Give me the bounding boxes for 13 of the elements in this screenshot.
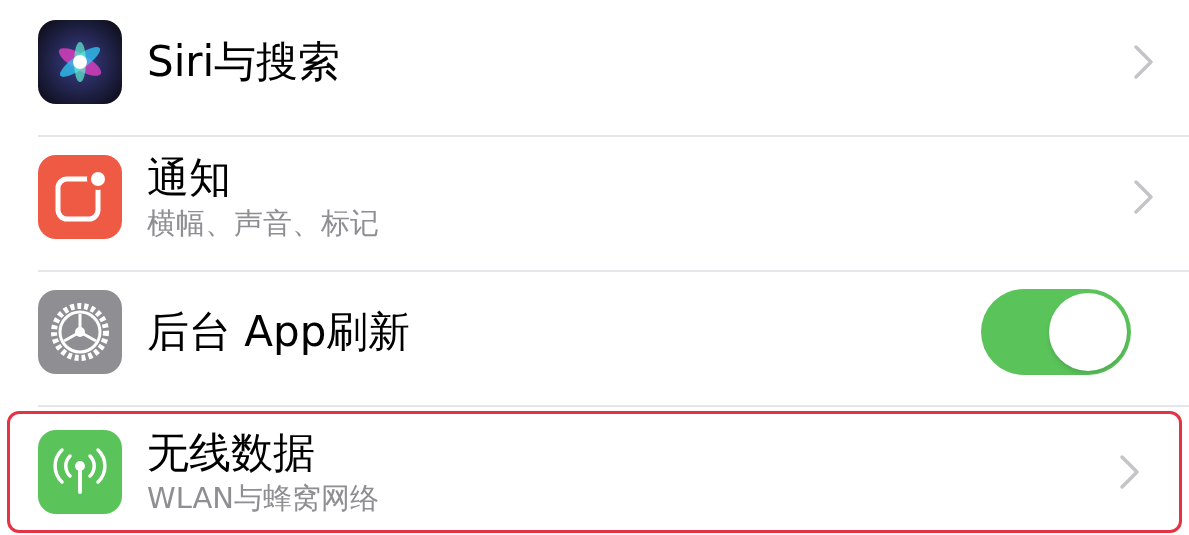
siri-icon [38, 20, 122, 104]
row-subtitle: 横幅、声音、标记 [147, 205, 380, 242]
row-title: Siri与搜索 [147, 36, 342, 88]
gear-icon [38, 290, 122, 374]
chevron-icon [1133, 44, 1155, 80]
chevron-icon [1119, 454, 1141, 490]
antenna-icon [38, 430, 122, 514]
row-title: 通知 [147, 152, 232, 204]
row-subtitle: WLAN与蜂窝网络 [147, 480, 381, 517]
chevron-icon [1133, 179, 1155, 215]
row-title: 无线数据 [147, 427, 316, 479]
row-title: 后台 App刷新 [147, 306, 412, 358]
notification-icon [38, 155, 122, 239]
